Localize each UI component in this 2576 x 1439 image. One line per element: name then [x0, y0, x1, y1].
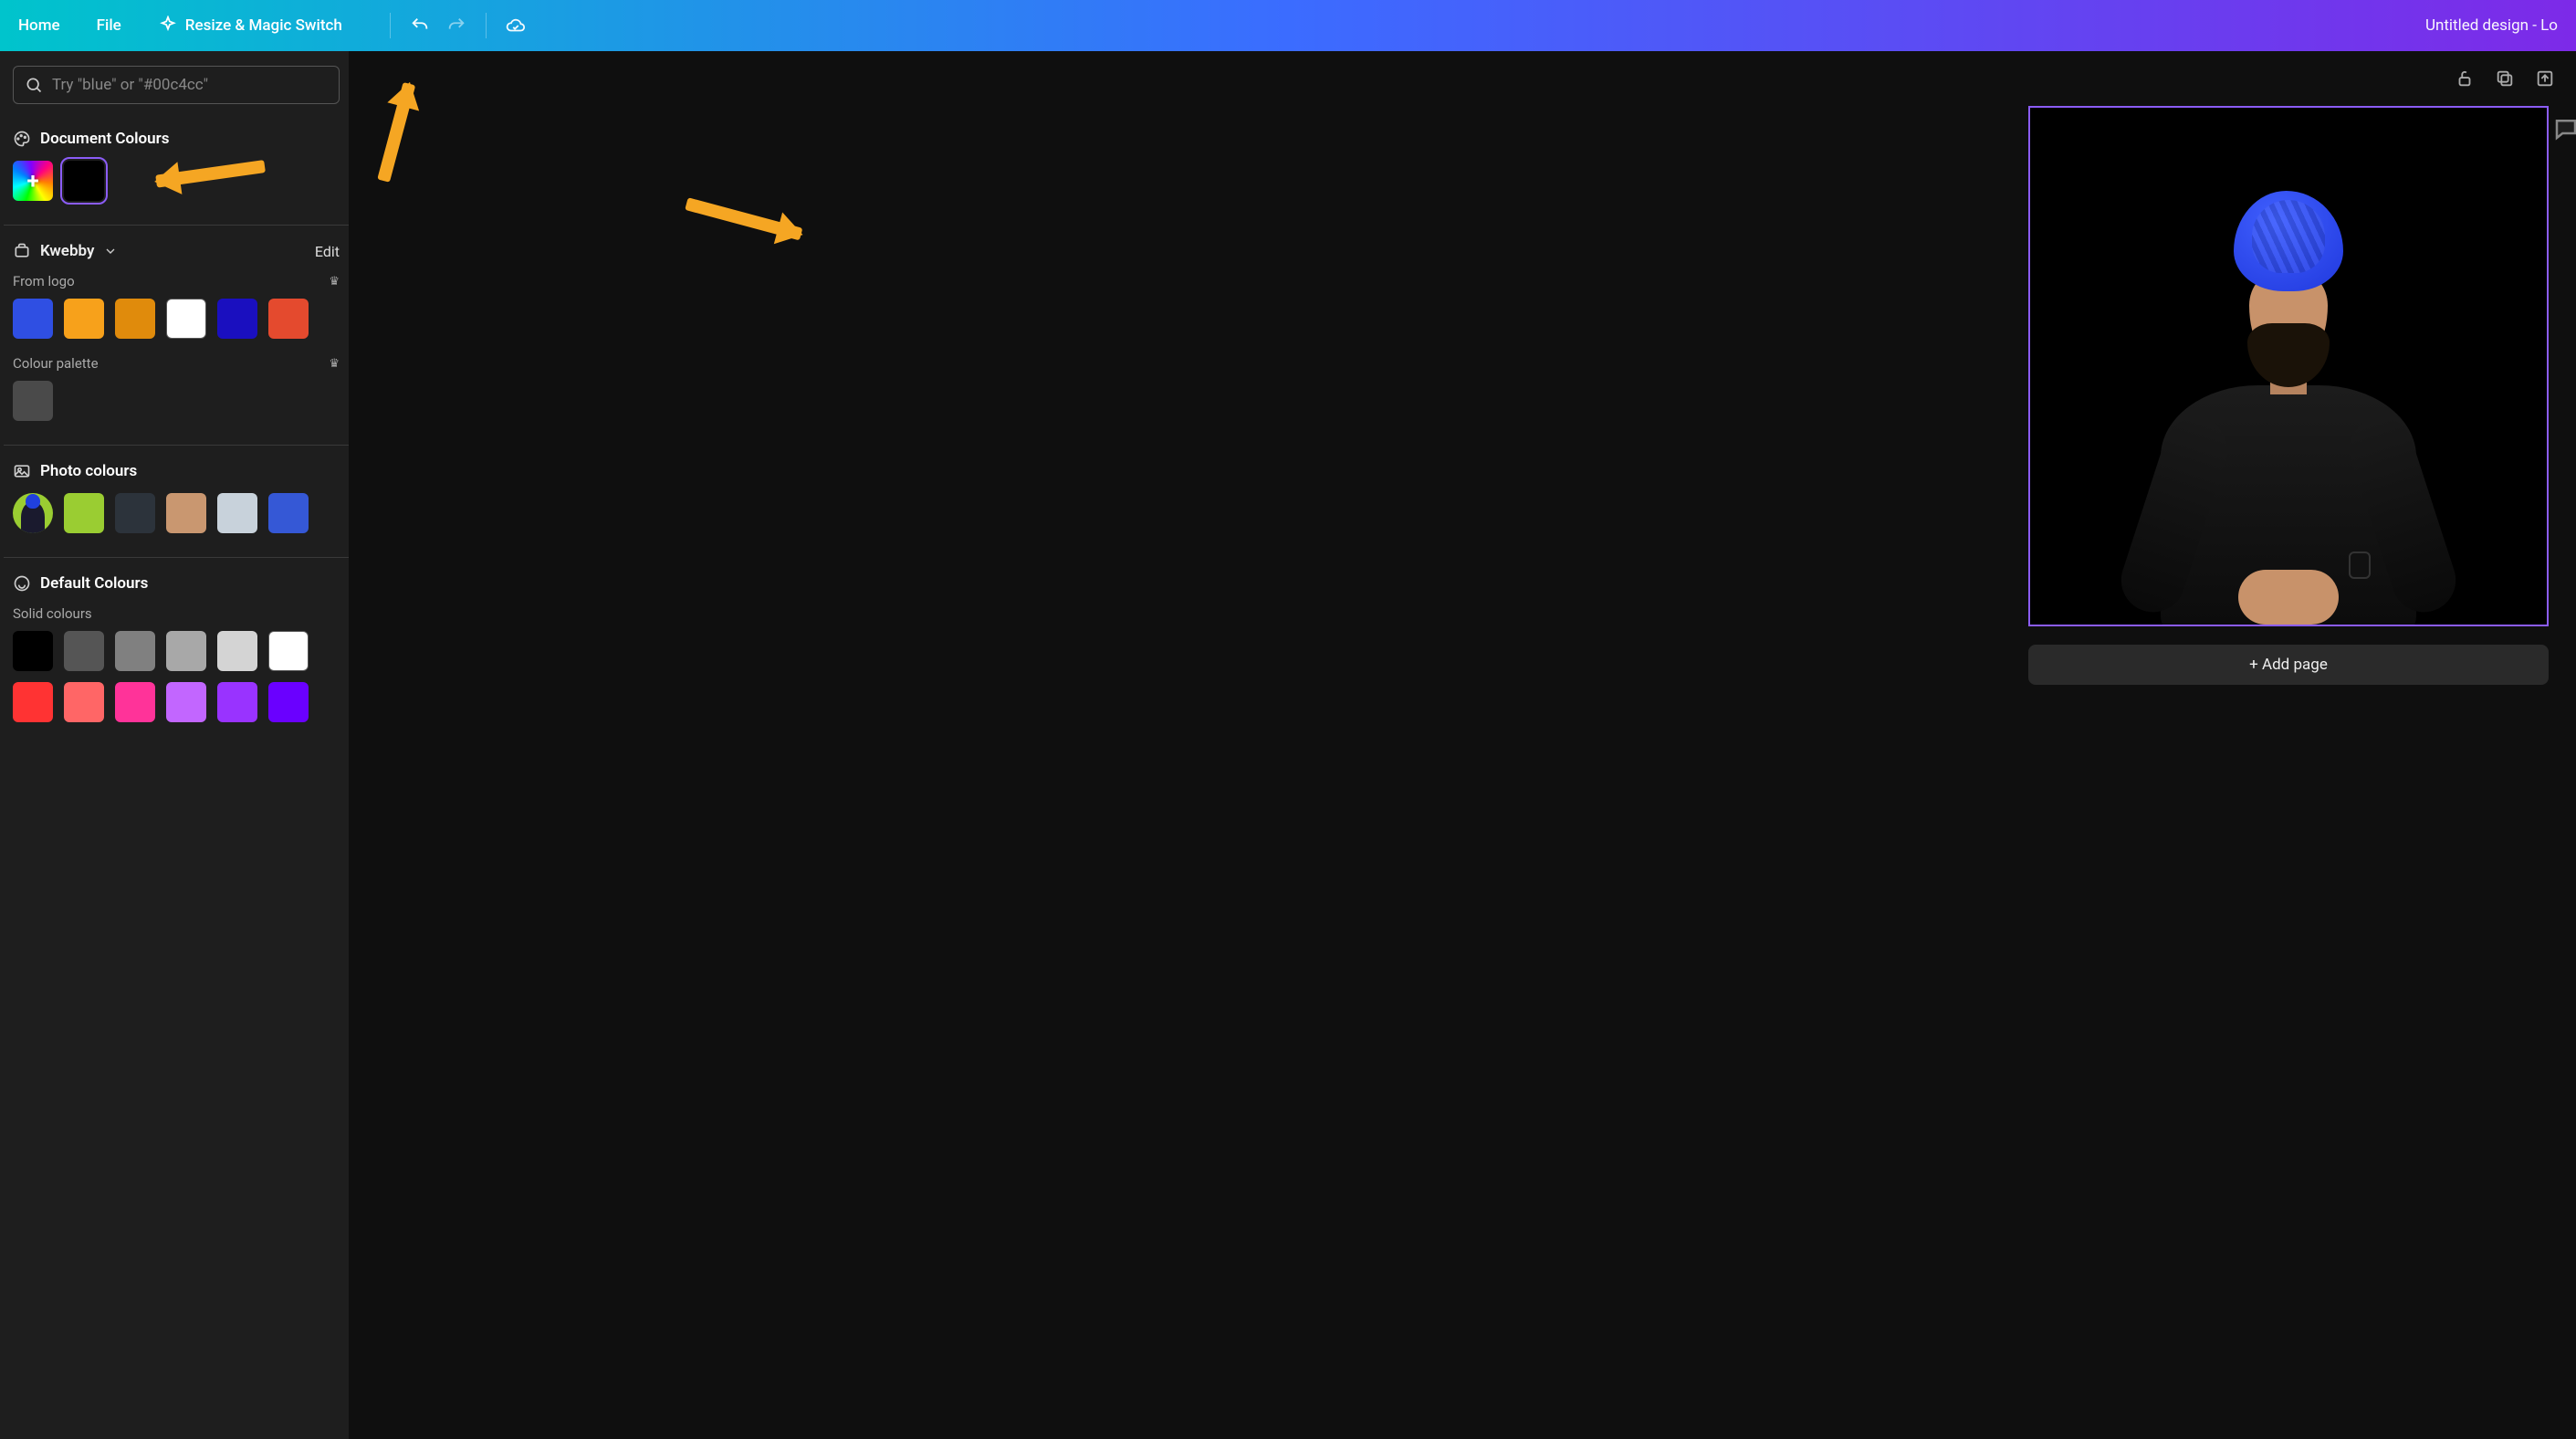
photo-color-swatch[interactable]: [217, 493, 257, 533]
undo-button[interactable]: [402, 7, 438, 44]
home-menu[interactable]: Home: [18, 16, 60, 35]
redo-button[interactable]: [438, 7, 475, 44]
copy-icon: [2495, 68, 2515, 89]
image-icon: [13, 462, 31, 480]
section-separator-3: [4, 557, 349, 558]
brand-edit-button[interactable]: Edit: [315, 243, 340, 260]
file-menu[interactable]: File: [97, 16, 121, 35]
default-color-swatch[interactable]: [13, 682, 53, 722]
annotation-arrow-toolbar: [377, 82, 415, 183]
annotation-arrow-canvas: [685, 197, 802, 240]
default-color-swatch[interactable]: [13, 631, 53, 671]
brand-logo-color-swatch[interactable]: [13, 299, 53, 339]
default-colours-label: Default Colours: [40, 574, 148, 593]
brand-logo-color-swatch[interactable]: [64, 299, 104, 339]
document-colours-label: Document Colours: [40, 130, 170, 148]
canvas-area[interactable]: + Add page: [349, 51, 2576, 1439]
brand-name[interactable]: Kwebby: [40, 242, 94, 260]
redo-icon: [446, 16, 466, 36]
photo-colours-section: Photo colours: [13, 462, 340, 533]
canvas-controls: [2452, 66, 2558, 91]
search-icon: [25, 76, 43, 94]
document-color-swatch[interactable]: [64, 161, 104, 201]
default-color-swatch[interactable]: [115, 631, 155, 671]
menu-divider-2: [486, 13, 487, 38]
crown-icon: ♛: [329, 275, 340, 289]
color-search-input[interactable]: [52, 76, 328, 94]
solid-colours-label: Solid colours: [13, 605, 92, 622]
color-search[interactable]: [13, 66, 340, 104]
resize-magic-switch[interactable]: Resize & Magic Switch: [158, 16, 342, 36]
color-panel: Document Colours Kwebby Edit From logo ♛: [0, 51, 349, 1439]
droplet-icon: [13, 574, 31, 593]
expand-button[interactable]: [2532, 66, 2558, 91]
photo-color-swatch[interactable]: [166, 493, 206, 533]
crown-icon-2: ♛: [329, 357, 340, 371]
undo-icon: [410, 16, 430, 36]
brand-logo-color-swatch[interactable]: [217, 299, 257, 339]
brand-logo-color-swatch[interactable]: [115, 299, 155, 339]
section-separator-2: [4, 445, 349, 446]
default-colours-section: Default Colours Solid colours: [13, 574, 340, 722]
document-title[interactable]: Untitled design - Lo: [2425, 16, 2558, 35]
expand-icon: [2535, 68, 2555, 89]
default-color-swatch[interactable]: [115, 682, 155, 722]
photo-color-swatch[interactable]: [268, 493, 309, 533]
brand-section: Kwebby Edit From logo ♛ Colour palette ♛: [13, 242, 340, 421]
menu-divider: [390, 13, 391, 38]
photo-color-swatch[interactable]: [13, 493, 53, 533]
palette-icon: [13, 130, 31, 148]
cloud-check-icon: [506, 16, 526, 36]
top-menu-bar: Home File Resize & Magic Switch Untitled…: [0, 0, 2576, 51]
brand-logo-color-swatch[interactable]: [268, 299, 309, 339]
lock-open-icon: [2455, 68, 2475, 89]
photo-color-swatch[interactable]: [115, 493, 155, 533]
brand-logo-color-swatch[interactable]: [166, 299, 206, 339]
duplicate-page-button[interactable]: [2492, 66, 2518, 91]
chevron-down-icon[interactable]: [103, 244, 118, 258]
comments-button[interactable]: [2552, 115, 2576, 142]
section-separator: [4, 225, 349, 226]
default-color-swatch[interactable]: [64, 631, 104, 671]
default-color-swatch[interactable]: [166, 631, 206, 671]
brand-kit-icon: [13, 242, 31, 260]
photo-colours-label: Photo colours: [40, 462, 137, 480]
default-color-swatch[interactable]: [268, 682, 309, 722]
default-color-swatch[interactable]: [64, 682, 104, 722]
sparkle-icon: [158, 16, 178, 36]
colour-palette-label: Colour palette: [13, 355, 99, 372]
brand-palette-color-swatch[interactable]: [13, 381, 53, 421]
add-page-button[interactable]: + Add page: [2028, 645, 2549, 685]
photo-color-swatch[interactable]: [64, 493, 104, 533]
design-page[interactable]: [2028, 106, 2549, 626]
cloud-status-button[interactable]: [497, 7, 534, 44]
from-logo-label: From logo: [13, 273, 75, 289]
default-color-swatch[interactable]: [268, 631, 309, 671]
default-color-swatch[interactable]: [166, 682, 206, 722]
photo-subject[interactable]: [2152, 186, 2425, 625]
canvas-lock-button[interactable]: [2452, 66, 2477, 91]
add-color-swatch[interactable]: [13, 161, 53, 201]
default-color-swatch[interactable]: [217, 682, 257, 722]
default-color-swatch[interactable]: [217, 631, 257, 671]
resize-label: Resize & Magic Switch: [185, 16, 342, 35]
